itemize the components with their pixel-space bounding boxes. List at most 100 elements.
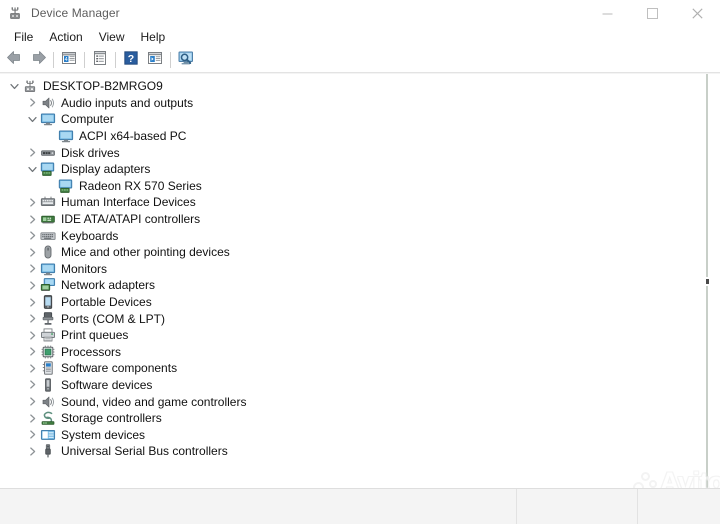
tree-node[interactable]: Sound, video and game controllers bbox=[0, 393, 706, 410]
chevron-right-icon[interactable] bbox=[24, 327, 40, 343]
window-controls bbox=[585, 0, 720, 26]
properties-button[interactable] bbox=[88, 49, 112, 71]
properties-icon bbox=[92, 50, 108, 71]
forward-arrow-icon bbox=[30, 50, 47, 70]
tree-node-label: Disk drives bbox=[61, 145, 120, 160]
tree-node-label: Keyboards bbox=[61, 228, 119, 243]
system-device-icon bbox=[40, 427, 56, 443]
minimize-button[interactable] bbox=[585, 0, 630, 26]
tree-node[interactable]: System devices bbox=[0, 426, 706, 443]
tree-node-label: Software components bbox=[61, 361, 178, 376]
tree-node[interactable]: Mice and other pointing devices bbox=[0, 244, 706, 261]
scan-for-hardware-changes-button[interactable] bbox=[174, 49, 198, 71]
scan-hardware-icon bbox=[177, 50, 195, 71]
tree-node[interactable]: Computer bbox=[0, 111, 706, 128]
console-tree-icon: 4 bbox=[61, 50, 77, 71]
tree-node[interactable]: Print queues bbox=[0, 327, 706, 344]
svg-text:4: 4 bbox=[65, 57, 68, 63]
chevron-right-icon[interactable] bbox=[24, 360, 40, 376]
chevron-right-icon[interactable] bbox=[24, 244, 40, 260]
chevron-down-icon[interactable] bbox=[24, 161, 40, 177]
update-driver-icon bbox=[147, 50, 163, 71]
tree-node[interactable]: ACPI x64-based PC bbox=[0, 128, 706, 145]
software-device-icon bbox=[40, 377, 56, 393]
network-adapter-icon bbox=[40, 277, 56, 293]
chevron-right-icon[interactable] bbox=[24, 377, 40, 393]
chevron-right-icon[interactable] bbox=[24, 95, 40, 111]
tree-node-label: Sound, video and game controllers bbox=[61, 394, 247, 409]
tree-node[interactable]: Display adapters bbox=[0, 161, 706, 178]
chevron-right-icon[interactable] bbox=[24, 211, 40, 227]
close-button[interactable] bbox=[675, 0, 720, 26]
show-hide-console-tree-button[interactable]: 4 bbox=[57, 49, 81, 71]
scrollbar-notch[interactable] bbox=[705, 277, 710, 286]
tree-node-label: Processors bbox=[61, 344, 122, 359]
tree-node-label: Human Interface Devices bbox=[61, 195, 196, 210]
title-bar: Device Manager bbox=[0, 0, 720, 26]
maximize-button[interactable] bbox=[630, 0, 675, 26]
tree-node[interactable]: Monitors bbox=[0, 261, 706, 278]
computer-root-icon bbox=[22, 78, 38, 94]
tree-node[interactable]: Processors bbox=[0, 344, 706, 361]
chevron-right-icon[interactable] bbox=[24, 145, 40, 161]
tree-node[interactable]: Audio inputs and outputs bbox=[0, 95, 706, 112]
processor-icon bbox=[40, 344, 56, 360]
menu-item-help[interactable]: Help bbox=[133, 28, 174, 47]
tree-node[interactable]: Software devices bbox=[0, 377, 706, 394]
ide-controller-icon bbox=[40, 211, 56, 227]
monitor-icon bbox=[40, 261, 56, 277]
tree-node[interactable]: Ports (COM & LPT) bbox=[0, 310, 706, 327]
tree-node[interactable]: Keyboards bbox=[0, 227, 706, 244]
tree-node[interactable]: Radeon RX 570 Series bbox=[0, 178, 706, 195]
tree-node-label: ACPI x64-based PC bbox=[79, 129, 187, 144]
help-icon: ? bbox=[123, 50, 139, 71]
tree-node-label: Ports (COM & LPT) bbox=[61, 311, 166, 326]
device-tree[interactable]: DESKTOP-B2MRGO9 Audio inputs and outputs C… bbox=[0, 75, 706, 486]
tree-node[interactable]: IDE ATA/ATAPI controllers bbox=[0, 211, 706, 228]
chevron-right-icon[interactable] bbox=[24, 294, 40, 310]
separator-4 bbox=[170, 52, 171, 68]
storage-controller-icon bbox=[40, 410, 56, 426]
forward-button[interactable] bbox=[26, 49, 50, 71]
tree-node-label: Mice and other pointing devices bbox=[61, 245, 230, 260]
update-driver-button[interactable] bbox=[143, 49, 167, 71]
tree-node[interactable]: Storage controllers bbox=[0, 410, 706, 427]
tree-node-label: Universal Serial Bus controllers bbox=[61, 444, 228, 459]
chevron-right-icon[interactable] bbox=[24, 443, 40, 459]
chevron-right-icon[interactable] bbox=[24, 228, 40, 244]
back-button[interactable] bbox=[2, 49, 26, 71]
chevron-right-icon[interactable] bbox=[24, 277, 40, 293]
menu-item-view[interactable]: View bbox=[91, 28, 133, 47]
tree-node[interactable]: Human Interface Devices bbox=[0, 194, 706, 211]
tree-node-label: Portable Devices bbox=[61, 295, 152, 310]
tree-node-label: Network adapters bbox=[61, 278, 156, 293]
tree-node[interactable]: Network adapters bbox=[0, 277, 706, 294]
disk-drive-icon bbox=[40, 145, 56, 161]
menu-item-file[interactable]: File bbox=[6, 28, 41, 47]
chevron-right-icon[interactable] bbox=[24, 344, 40, 360]
chevron-right-icon[interactable] bbox=[24, 394, 40, 410]
chevron-right-icon[interactable] bbox=[24, 194, 40, 210]
tree-node[interactable]: Universal Serial Bus controllers bbox=[0, 443, 706, 460]
chevron-down-icon[interactable] bbox=[6, 78, 22, 94]
port-icon bbox=[40, 311, 56, 327]
hid-icon bbox=[40, 194, 56, 210]
chevron-right-icon[interactable] bbox=[24, 410, 40, 426]
tree-node[interactable]: DESKTOP-B2MRGO9 bbox=[0, 78, 706, 95]
chevron-down-icon[interactable] bbox=[24, 111, 40, 127]
tree-node-label: Audio inputs and outputs bbox=[61, 95, 194, 110]
tree-node[interactable]: Software components bbox=[0, 360, 706, 377]
tree-node-label: Monitors bbox=[61, 261, 108, 276]
chevron-right-icon[interactable] bbox=[24, 261, 40, 277]
status-divider-2 bbox=[637, 489, 638, 524]
tree-node[interactable]: Disk drives bbox=[0, 144, 706, 161]
chevron-right-icon[interactable] bbox=[24, 311, 40, 327]
tree-node[interactable]: Portable Devices bbox=[0, 294, 706, 311]
back-arrow-icon bbox=[6, 50, 23, 70]
chevron-right-icon[interactable] bbox=[24, 427, 40, 443]
menu-item-action[interactable]: Action bbox=[41, 28, 90, 47]
window-title: Device Manager bbox=[31, 6, 120, 20]
device-manager-icon bbox=[7, 5, 23, 21]
help-button[interactable]: ? bbox=[119, 49, 143, 71]
svg-text:?: ? bbox=[128, 53, 134, 65]
